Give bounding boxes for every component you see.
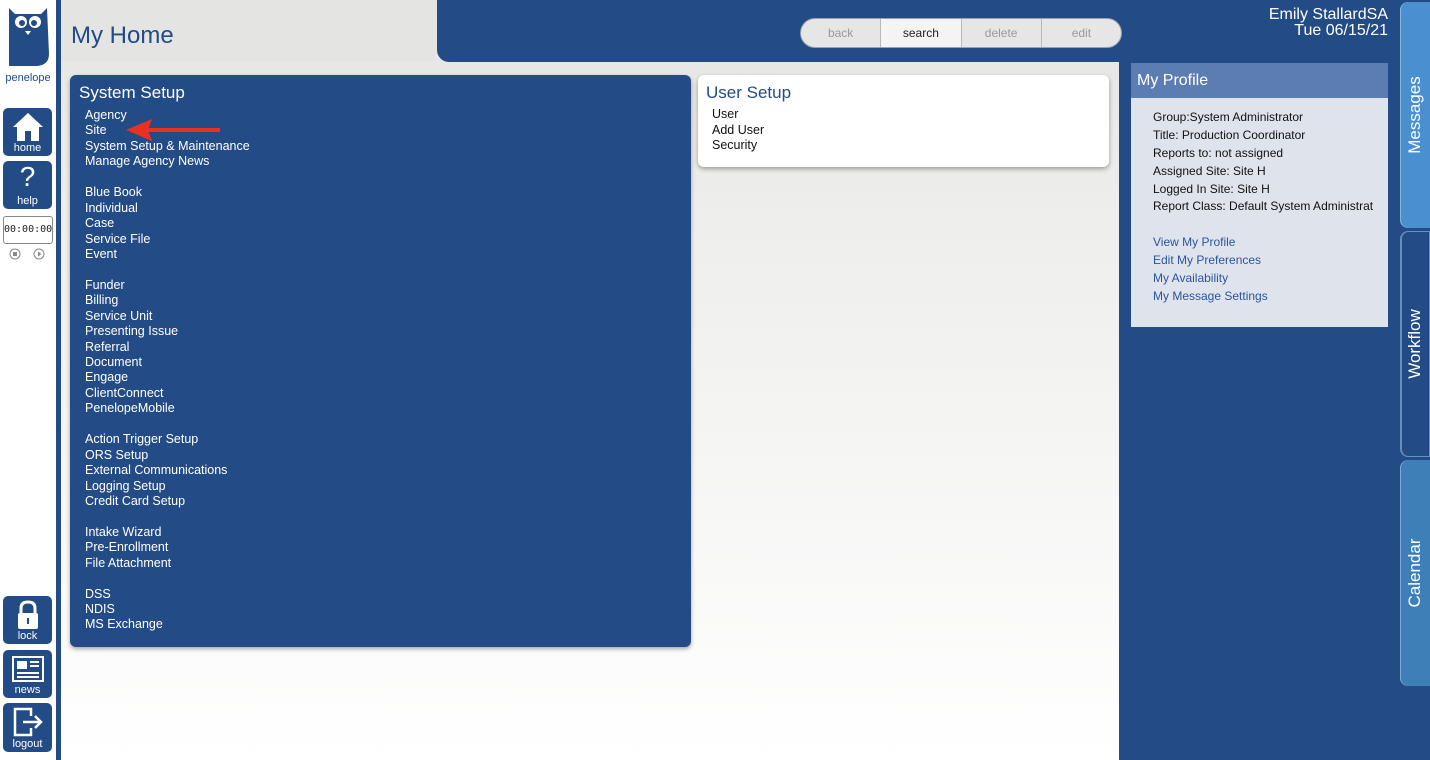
profile-logged-in-site: Logged In Site: Site H	[1153, 181, 1270, 196]
system-setup-item[interactable]: Intake Wizard	[85, 525, 250, 540]
tab-messages-label: Messages	[1405, 76, 1424, 154]
system-setup-item[interactable]: Document	[85, 355, 250, 370]
tab-calendar-label: Calendar	[1405, 538, 1424, 608]
user-setup-user-link[interactable]: User	[712, 107, 764, 123]
help-button[interactable]: ? help	[3, 161, 52, 209]
user-setup-title: User Setup	[706, 83, 792, 102]
system-setup-item[interactable]: Service Unit	[85, 309, 250, 324]
logout-label: logout	[12, 738, 43, 750]
profile-panel: Group:System Administrator Title: Produc…	[1131, 98, 1388, 327]
system-setup-item[interactable]: Referral	[85, 340, 250, 355]
profile-assigned-site: Assigned Site: Site H	[1153, 163, 1266, 178]
lock-label: lock	[17, 630, 38, 642]
profile-group: Group:System Administrator	[1153, 110, 1304, 124]
edit-button[interactable]: edit	[1042, 19, 1121, 47]
annotation-arrow-icon	[126, 119, 220, 141]
owl-logo-icon	[9, 8, 49, 66]
system-setup-panel: System Setup Agency Site System Setup & Ma…	[70, 75, 691, 647]
tab-workflow-label: Workflow	[1405, 309, 1424, 379]
delete-button[interactable]: delete	[962, 19, 1042, 47]
profile-job-title: Title: Production Coordinator	[1153, 127, 1306, 142]
profile-report-class: Report Class: Default System Administrat	[1153, 199, 1374, 214]
system-setup-item[interactable]: Engage	[85, 370, 250, 385]
system-setup-item[interactable]: Presenting Issue	[85, 324, 250, 339]
page-title: My Home	[71, 22, 174, 49]
tab-workflow[interactable]: Workflow	[1400, 231, 1430, 457]
list-spacer	[85, 262, 250, 277]
tab-messages[interactable]: Messages	[1400, 2, 1430, 228]
system-setup-item[interactable]: Billing	[85, 293, 250, 308]
list-spacer	[85, 509, 250, 524]
help-label: help	[17, 195, 38, 207]
system-setup-item[interactable]: PenelopeMobile	[85, 401, 250, 416]
home-label: home	[13, 142, 42, 154]
timer-display: 00:00:00	[3, 216, 53, 244]
system-setup-item[interactable]: Individual	[85, 201, 250, 216]
list-spacer	[85, 170, 250, 185]
my-availability-link[interactable]: My Availability	[1153, 270, 1268, 288]
system-setup-item[interactable]: ORS Setup	[85, 448, 250, 463]
news-label: news	[14, 684, 41, 696]
system-setup-item[interactable]: Manage Agency News	[85, 154, 250, 169]
user-setup-add-user-link[interactable]: Add User	[712, 123, 764, 139]
system-setup-item[interactable]: External Communications	[85, 463, 250, 478]
current-date: Tue 06/15/21	[1294, 22, 1388, 39]
nav-button-group: back search delete edit	[800, 18, 1122, 48]
system-setup-title: System Setup	[79, 83, 185, 102]
news-button[interactable]: news	[3, 650, 52, 698]
play-icon[interactable]	[33, 248, 45, 260]
logo-text: penelope	[5, 72, 51, 84]
system-setup-item[interactable]: ClientConnect	[85, 386, 250, 401]
tab-calendar[interactable]: Calendar	[1400, 460, 1430, 686]
stop-icon[interactable]	[9, 248, 21, 260]
system-setup-item[interactable]: Credit Card Setup	[85, 494, 250, 509]
system-setup-item[interactable]: Action Trigger Setup	[85, 432, 250, 447]
system-setup-item[interactable]: Funder	[85, 278, 250, 293]
home-icon	[12, 113, 43, 141]
list-spacer	[85, 417, 250, 432]
back-button[interactable]: back	[801, 19, 882, 47]
edit-my-preferences-link[interactable]: Edit My Preferences	[1153, 252, 1268, 270]
logout-button[interactable]: logout	[3, 703, 52, 752]
system-setup-item[interactable]: Service File	[85, 232, 250, 247]
system-setup-item[interactable]: File Attachment	[85, 556, 250, 571]
newspaper-icon	[11, 656, 44, 682]
home-button[interactable]: home	[3, 108, 52, 156]
system-setup-item[interactable]: Logging Setup	[85, 479, 250, 494]
my-message-settings-link[interactable]: My Message Settings	[1153, 288, 1268, 306]
user-setup-security-link[interactable]: Security	[712, 138, 764, 154]
lock-button[interactable]: lock	[3, 596, 52, 644]
user-setup-panel: User Setup User Add User Security	[698, 75, 1109, 167]
title-tab: My Home	[61, 13, 435, 61]
system-setup-item[interactable]: Case	[85, 216, 250, 231]
lock-icon	[17, 600, 38, 629]
system-setup-item[interactable]: Blue Book	[85, 185, 250, 200]
question-icon: ?	[19, 161, 36, 192]
left-rail: penelope home ? help 00:00:00 lock news …	[0, 0, 56, 760]
logout-icon	[13, 707, 43, 737]
system-setup-item[interactable]: NDIS	[85, 602, 250, 617]
list-spacer	[85, 571, 250, 586]
system-setup-item[interactable]: DSS	[85, 587, 250, 602]
system-setup-list: Agency Site System Setup & Maintenance Mana…	[85, 108, 250, 633]
penelope-logo[interactable]: penelope	[0, 4, 56, 84]
system-setup-item[interactable]: MS Exchange	[85, 617, 250, 632]
system-setup-item[interactable]: Pre-Enrollment	[85, 540, 250, 555]
profile-reports-to: Reports to: not assigned	[1153, 145, 1284, 160]
view-my-profile-link[interactable]: View My Profile	[1153, 234, 1268, 252]
search-button[interactable]: search	[881, 19, 962, 47]
profile-title: My Profile	[1131, 63, 1388, 98]
user-setup-list: User Add User Security	[712, 107, 764, 154]
system-setup-item[interactable]: Event	[85, 247, 250, 262]
